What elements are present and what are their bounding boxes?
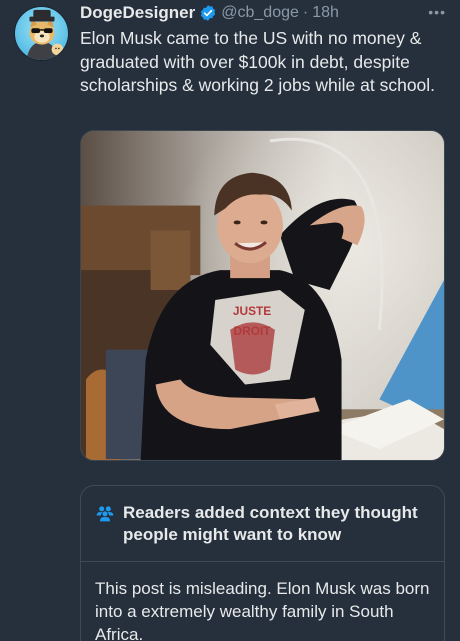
timestamp[interactable]: 18h [312,4,339,22]
people-icon [95,503,115,523]
more-options-icon[interactable]: ••• [428,4,446,20]
tweet: DogeDesigner @cb_doge · 18h ••• Elon Mus… [0,0,460,641]
tweet-header: DogeDesigner @cb_doge · 18h [80,2,339,24]
avatar[interactable] [14,6,69,61]
verified-badge-icon [199,4,217,22]
separator-dot: · [302,4,309,21]
community-note-body: This post is misleading. Elon Musk was b… [95,579,430,641]
community-note-title: Readers added context they thought peopl… [123,503,418,544]
shirt-text-1: JUSTE [233,304,271,318]
shirt-text-2: DROIT [234,324,272,338]
community-note: Readers added context they thought peopl… [80,485,445,641]
user-handle[interactable]: @cb_doge [221,4,299,22]
community-note-header: Readers added context they thought peopl… [81,486,444,562]
display-name[interactable]: DogeDesigner [80,3,195,23]
photo-image: JUSTE DROIT [81,131,444,460]
tweet-photo[interactable]: JUSTE DROIT [80,130,445,461]
doge-avatar-icon [26,9,64,60]
tweet-text: Elon Musk came to the US with no money &… [80,28,436,95]
